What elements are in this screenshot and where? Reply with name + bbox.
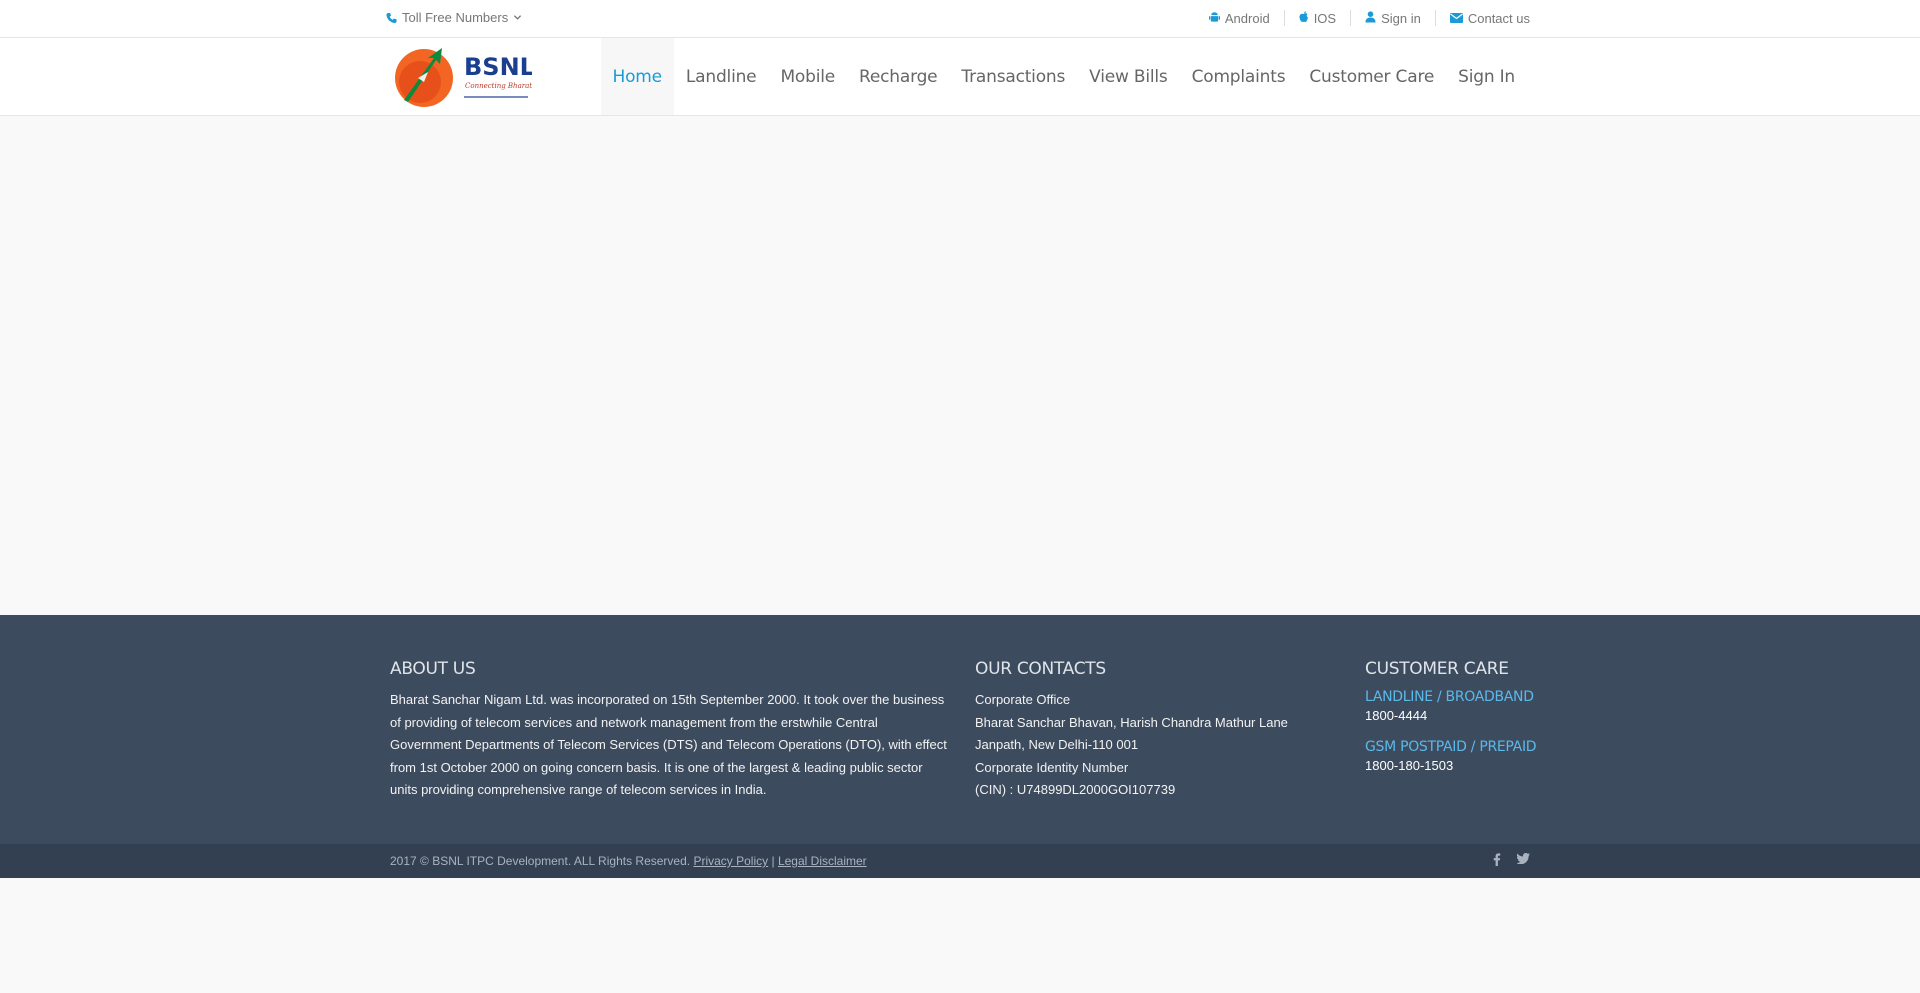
toll-free-dropdown[interactable]: Toll Free Numbers xyxy=(386,10,522,25)
gsm-number: 1800-180-1503 xyxy=(1365,758,1454,773)
contact-line: Bharat Sanchar Bhavan, Harish Chandra Ma… xyxy=(975,714,1288,730)
logo-text: BSNL xyxy=(464,53,532,81)
android-icon xyxy=(1208,11,1220,26)
nav-complaints[interactable]: Complaints xyxy=(1180,38,1298,115)
footer: ABOUT US Bharat Sanchar Nigam Ltd. was i… xyxy=(0,615,1920,844)
nav-mobile[interactable]: Mobile xyxy=(768,38,847,115)
facebook-icon[interactable] xyxy=(1493,853,1501,869)
gsm-label: GSM POSTPAID / PREPAID xyxy=(1365,739,1537,755)
about-title: ABOUT US xyxy=(390,659,476,679)
sign-in-link[interactable]: Sign in xyxy=(1351,11,1435,26)
landline-broadband-number: 1800-4444 xyxy=(1365,708,1428,723)
nav-sign-in[interactable]: Sign In xyxy=(1446,38,1527,115)
toll-free-label: Toll Free Numbers xyxy=(402,10,509,25)
top-links: Android IOS Sign in Contact us xyxy=(1195,10,1530,26)
nav-recharge[interactable]: Recharge xyxy=(847,38,949,115)
android-label: Android xyxy=(1224,10,1270,26)
page-bottom xyxy=(0,878,1920,993)
bsnl-logo[interactable]: BSNL Connecting Bharat xyxy=(394,42,535,110)
nav-transactions[interactable]: Transactions xyxy=(949,38,1077,115)
nav-view-bills[interactable]: View Bills xyxy=(1077,38,1179,115)
sub-footer: 2017 © BSNL ITPC Development. ALL Rights… xyxy=(0,844,1920,878)
contact-line: Corporate Office xyxy=(975,692,1071,707)
copyright: 2017 © BSNL ITPC Development. ALL Rights… xyxy=(390,854,867,868)
envelope-icon xyxy=(1449,11,1463,26)
ios-link[interactable]: IOS xyxy=(1285,11,1350,26)
contact-us-link[interactable]: Contact us xyxy=(1436,11,1530,26)
contact-line: (CIN) : U74899DL2000GOI107739 xyxy=(975,782,1176,797)
ios-label: IOS xyxy=(1313,10,1337,26)
about-section: ABOUT US Bharat Sanchar Nigam Ltd. was i… xyxy=(390,659,950,802)
contacts-title: OUR CONTACTS xyxy=(975,659,1106,679)
contacts-text: Corporate Office Bharat Sanchar Bhavan, … xyxy=(975,689,1315,802)
nav-home[interactable]: Home xyxy=(600,38,674,115)
contact-line: Corporate Identity Number xyxy=(975,759,1129,775)
landline-broadband-label: LANDLINE / BROADBAND xyxy=(1365,689,1534,705)
contact-line: Janpath, New Delhi-110 001 xyxy=(975,737,1139,752)
apple-icon xyxy=(1299,10,1309,26)
sign-in-label: Sign in xyxy=(1381,10,1421,26)
contact-us-label: Contact us xyxy=(1467,10,1530,26)
social-links xyxy=(1493,853,1530,869)
customer-care-section: CUSTOMER CARE LANDLINE / BROADBAND 1800-… xyxy=(1365,659,1565,773)
main-header: BSNL Connecting Bharat Home Landline Mob… xyxy=(0,38,1920,116)
nav-customer-care[interactable]: Customer Care xyxy=(1297,38,1446,115)
phone-icon xyxy=(386,12,397,24)
twitter-icon[interactable] xyxy=(1516,853,1530,869)
android-link[interactable]: Android xyxy=(1195,11,1284,26)
separator: | xyxy=(771,854,775,868)
chevron-down-icon xyxy=(513,13,522,22)
privacy-policy-link[interactable]: Privacy Policy xyxy=(693,854,768,868)
user-icon xyxy=(1365,10,1376,26)
contacts-section: OUR CONTACTS Corporate Office Bharat San… xyxy=(975,659,1315,802)
top-bar: Toll Free Numbers Android IOS Sign in Co… xyxy=(0,0,1920,38)
legal-disclaimer-link[interactable]: Legal Disclaimer xyxy=(778,854,867,868)
logo-tagline: Connecting Bharat xyxy=(465,82,532,90)
copyright-text: 2017 © BSNL ITPC Development. ALL Rights… xyxy=(390,854,691,868)
about-text: Bharat Sanchar Nigam Ltd. was incorporat… xyxy=(390,692,947,797)
main-nav: Home Landline Mobile Recharge Transactio… xyxy=(600,38,1528,115)
nav-landline[interactable]: Landline xyxy=(674,38,769,115)
customer-care-title: CUSTOMER CARE xyxy=(1365,659,1509,679)
